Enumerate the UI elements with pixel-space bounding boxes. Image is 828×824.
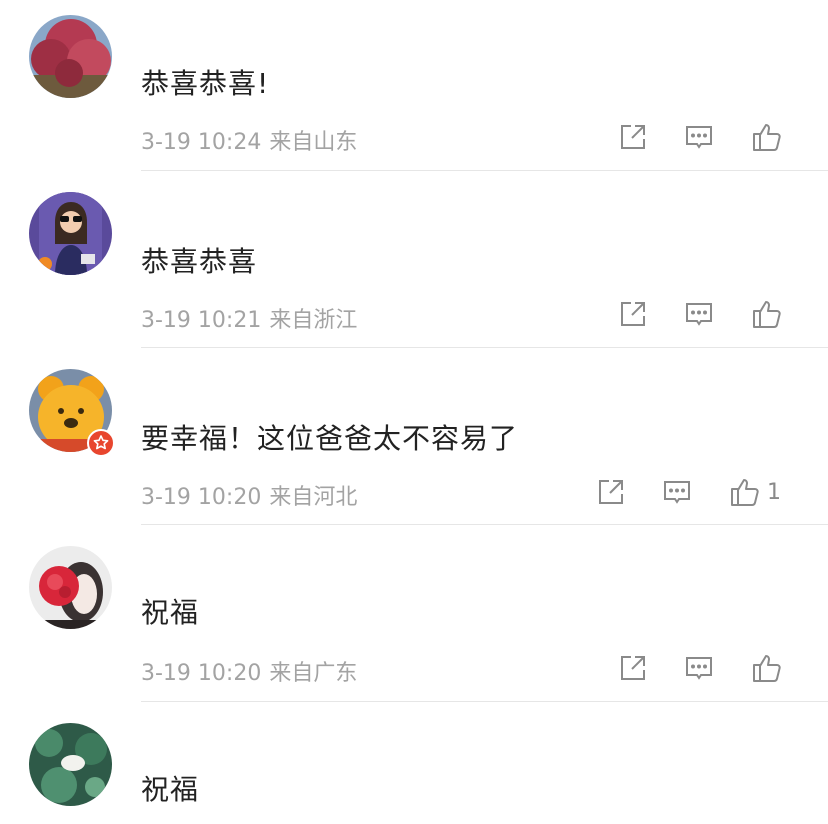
avatar[interactable] — [29, 723, 112, 806]
divider — [141, 170, 828, 171]
comment-item: 恭喜恭喜 3-19 10:21 来自浙江 — [0, 176, 828, 352]
comment-item: 要幸福！这位爸爸太不容易了 3-19 10:20 来自河北 1 — [0, 353, 828, 529]
like-button[interactable] — [751, 651, 789, 685]
thumbs-up-icon — [753, 124, 781, 151]
comment-location: 来自浙江 — [269, 308, 358, 333]
reply-button[interactable] — [662, 475, 692, 509]
thumbs-up-icon — [753, 301, 781, 328]
comment-actions — [618, 120, 828, 154]
share-button[interactable] — [596, 475, 626, 509]
share-icon — [621, 125, 645, 149]
comment-location: 来自山东 — [269, 130, 358, 155]
reply-icon — [686, 657, 712, 680]
avatar[interactable] — [29, 15, 112, 98]
comment-actions — [618, 651, 828, 685]
reply-button[interactable] — [684, 120, 714, 154]
comment-location: 来自河北 — [269, 485, 358, 510]
comment-item: 祝福 3-19 10:20 来自广东 — [0, 529, 828, 705]
share-icon — [621, 656, 645, 680]
comment-time: 3-19 10:24 — [141, 130, 262, 155]
reply-icon — [686, 303, 712, 326]
share-button[interactable] — [618, 651, 648, 685]
comment-text: 要幸福！这位爸爸太不容易了 — [141, 422, 519, 455]
comment-meta: 3-19 10:21 来自浙江 — [141, 302, 357, 334]
comment-item: 祝福 — [0, 706, 828, 824]
avatar[interactable] — [29, 546, 112, 629]
share-button[interactable] — [618, 120, 648, 154]
comment-text: 祝福 — [141, 773, 200, 806]
avatar[interactable] — [29, 192, 112, 275]
reply-icon — [664, 481, 690, 504]
comment-actions — [618, 297, 828, 331]
comment-text: 恭喜恭喜! — [141, 67, 270, 100]
comment-meta: 3-19 10:24 来自山东 — [141, 124, 357, 156]
comment-item: 恭喜恭喜! 3-19 10:24 来自山东 — [0, 0, 828, 176]
comment-meta: 3-19 10:20 来自河北 — [141, 479, 357, 511]
like-button[interactable]: 1 — [729, 475, 781, 509]
divider — [141, 524, 828, 525]
star-badge-icon — [93, 435, 109, 450]
reply-icon — [686, 126, 712, 149]
share-icon — [621, 302, 645, 326]
like-button[interactable] — [751, 297, 789, 331]
reply-button[interactable] — [684, 297, 714, 331]
reply-button[interactable] — [684, 651, 714, 685]
comment-actions: 1 — [596, 475, 828, 509]
divider — [141, 701, 828, 702]
like-button[interactable] — [751, 120, 789, 154]
comment-time: 3-19 10:21 — [141, 308, 262, 333]
share-button[interactable] — [618, 297, 648, 331]
comment-time: 3-19 10:20 — [141, 485, 262, 510]
thumbs-up-icon — [753, 655, 781, 682]
comment-meta: 3-19 10:20 来自广东 — [141, 655, 357, 687]
like-count: 1 — [767, 479, 781, 505]
comment-text: 恭喜恭喜 — [141, 245, 258, 278]
comment-location: 来自广东 — [269, 661, 358, 686]
thumbs-up-icon — [731, 479, 759, 506]
comment-time: 3-19 10:20 — [141, 661, 262, 686]
share-icon — [599, 480, 623, 504]
divider — [141, 347, 828, 348]
comment-text: 祝福 — [141, 596, 200, 629]
verified-badge — [87, 429, 115, 457]
